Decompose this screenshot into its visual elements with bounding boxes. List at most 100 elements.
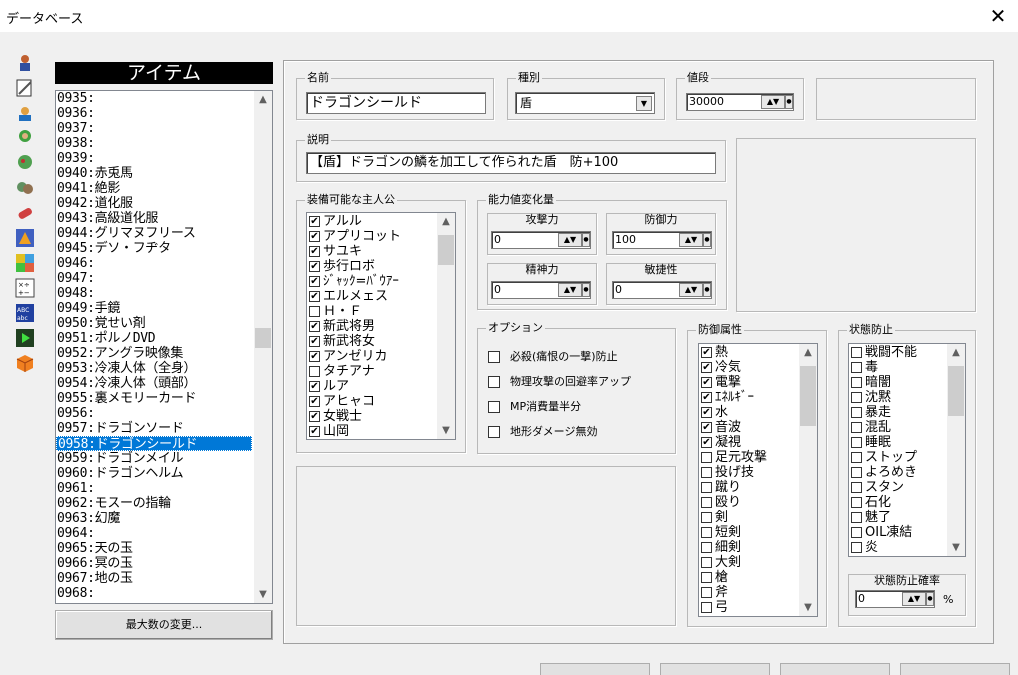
checkbox[interactable] (851, 437, 862, 448)
checklist-item[interactable]: ✔ 冷気 (699, 360, 799, 375)
checkbox[interactable]: ✔ (309, 231, 320, 242)
checklist-item[interactable]: タチアナ (307, 364, 437, 379)
item-list[interactable]: 0935: 0936: 0937: 0938: 0939: 0940:赤兎馬 0941:絶影… (55, 90, 273, 604)
list-item[interactable]: 0961: (56, 481, 252, 496)
close-icon[interactable]: ✕ (978, 2, 1018, 30)
kind-select[interactable]: 盾 ▼ (515, 92, 655, 114)
checkbox[interactable] (851, 512, 862, 523)
checklist-item[interactable]: ✔ 水 (699, 405, 799, 420)
item-icon[interactable] (14, 102, 36, 124)
checklist-item[interactable]: 暴走 (849, 405, 947, 420)
scroll-down-icon[interactable]: ▼ (947, 539, 965, 556)
checklist-item[interactable]: 剣 (699, 510, 799, 525)
spin-dot-icon[interactable]: ● (703, 233, 711, 247)
list-item[interactable]: 0951:ポルノDVD (56, 331, 252, 346)
list-item[interactable]: 0962:モスーの指輪 (56, 496, 252, 511)
checkbox[interactable] (851, 542, 862, 553)
checklist-item[interactable]: ✔ ｼﾞｬｯｸ=ﾊﾞｳｱｰ (307, 274, 437, 289)
scroll-thumb[interactable] (255, 328, 271, 348)
scroll-up-icon[interactable]: ▲ (437, 213, 455, 230)
max-count-button[interactable]: 最大数の変更... (55, 610, 273, 640)
checkbox[interactable] (701, 587, 712, 598)
scroll-thumb[interactable] (800, 366, 816, 426)
list-item[interactable]: 0937: (56, 121, 252, 136)
spin-dot-icon[interactable]: ● (582, 283, 590, 297)
list-item[interactable]: 0945:デソ・フヂタ (56, 241, 252, 256)
list-item[interactable]: 0955:裏メモリーカード (56, 391, 252, 406)
checklist-item[interactable]: ✔ ｴﾈﾙｷﾞｰ (699, 390, 799, 405)
checkbox[interactable] (488, 401, 500, 413)
checklist-item[interactable]: 石化 (849, 495, 947, 510)
checklist-item[interactable]: Ｈ・Ｆ (307, 304, 437, 319)
checklist-item[interactable]: 投げ技 (699, 465, 799, 480)
scroll-down-icon[interactable]: ▼ (799, 599, 817, 616)
checklist-item[interactable]: 大剣 (699, 555, 799, 570)
checkbox[interactable] (851, 377, 862, 388)
help-button[interactable] (900, 663, 1010, 675)
checklist-item[interactable]: 魅了 (849, 510, 947, 525)
ok-button[interactable] (540, 663, 650, 675)
spin-dot-icon[interactable]: ● (926, 592, 934, 606)
list-item[interactable]: 0943:高級道化服 (56, 211, 252, 226)
spin-updown-icon[interactable]: ▲▼ (558, 233, 582, 247)
item-list-scrollbar[interactable]: ▲ ▼ (254, 91, 272, 603)
weapon-icon[interactable] (14, 77, 36, 99)
list-item[interactable]: 0941:絶影 (56, 181, 252, 196)
option-evasion-up[interactable]: 物理攻撃の回避率アップ (488, 374, 631, 390)
checkbox[interactable]: ✔ (309, 261, 320, 272)
checklist-item[interactable]: 足元攻撃 (699, 450, 799, 465)
heroes-scrollbar[interactable]: ▲ ▼ (437, 213, 455, 439)
checklist-item[interactable]: ✔ 山岡 (307, 424, 437, 439)
name-input[interactable]: ドラゴンシールド (306, 92, 486, 114)
checkbox[interactable] (851, 482, 862, 493)
spin-updown-icon[interactable]: ▲▼ (558, 283, 582, 297)
checkbox[interactable] (488, 376, 500, 388)
spin-updown-icon[interactable]: ▲▼ (679, 233, 703, 247)
checklist-item[interactable]: 斧 (699, 585, 799, 600)
checkbox[interactable]: ✔ (701, 392, 712, 403)
checkbox[interactable]: ✔ (309, 336, 320, 347)
checklist-item[interactable]: ✔ 新武将女 (307, 334, 437, 349)
party-icon[interactable] (14, 177, 36, 199)
terms-icon[interactable]: ABC abc (14, 302, 36, 324)
checkbox[interactable] (701, 512, 712, 523)
checklist-item[interactable]: ✔ 熱 (699, 345, 799, 360)
checkbox[interactable]: ✔ (701, 407, 712, 418)
list-item[interactable]: 0944:グリマヌフリース (56, 226, 252, 241)
list-item[interactable]: 0949:手鏡 (56, 301, 252, 316)
animation-icon[interactable] (14, 227, 36, 249)
checkbox[interactable] (701, 482, 712, 493)
checklist-item[interactable]: ✔ サユキ (307, 244, 437, 259)
spin-dot-icon[interactable]: ● (582, 233, 590, 247)
heroes-list[interactable]: ✔ アルル ✔ アプリコット ✔ サユキ ✔ 歩行ロボ ✔ ｼﾞｬｯｸ=ﾊﾞｳｱｰ ✔ エルメェス Ｈ・… (306, 212, 456, 440)
list-item[interactable]: 0957:ドラゴンソード (56, 421, 252, 436)
spirit-input[interactable]: 0 ▲▼ ● (491, 281, 591, 299)
checklist-item[interactable]: 蹴り (699, 480, 799, 495)
checkbox[interactable] (851, 467, 862, 478)
checkbox[interactable]: ✔ (309, 276, 320, 287)
checklist-item[interactable]: ストップ (849, 450, 947, 465)
enemy-icon[interactable] (14, 152, 36, 174)
checkbox[interactable] (701, 527, 712, 538)
checkbox[interactable] (309, 366, 320, 377)
checkbox[interactable] (851, 422, 862, 433)
checkbox[interactable] (701, 497, 712, 508)
checklist-item[interactable]: 睡眠 (849, 435, 947, 450)
checkbox[interactable] (701, 557, 712, 568)
checklist-item[interactable]: 沈黙 (849, 390, 947, 405)
checklist-item[interactable]: 戦闘不能 (849, 345, 947, 360)
list-item[interactable]: 0960:ドラゴンヘルム (56, 466, 252, 481)
checklist-item[interactable]: 炎 (849, 540, 947, 555)
checklist-item[interactable]: ✔ アヒャコ (307, 394, 437, 409)
list-item[interactable]: 0947: (56, 271, 252, 286)
checkbox[interactable] (488, 426, 500, 438)
checkbox[interactable]: ✔ (701, 347, 712, 358)
checkbox[interactable] (851, 527, 862, 538)
list-item[interactable]: 0942:道化服 (56, 196, 252, 211)
checklist-item[interactable]: ✔ 音波 (699, 420, 799, 435)
checklist-item[interactable]: ✔ アルル (307, 214, 437, 229)
list-item[interactable]: 0963:幻魔 (56, 511, 252, 526)
character-icon[interactable] (14, 127, 36, 149)
status-rate-input[interactable]: 0 ▲▼ ● (855, 590, 935, 608)
list-item[interactable]: 0950:覚せい剤 (56, 316, 252, 331)
